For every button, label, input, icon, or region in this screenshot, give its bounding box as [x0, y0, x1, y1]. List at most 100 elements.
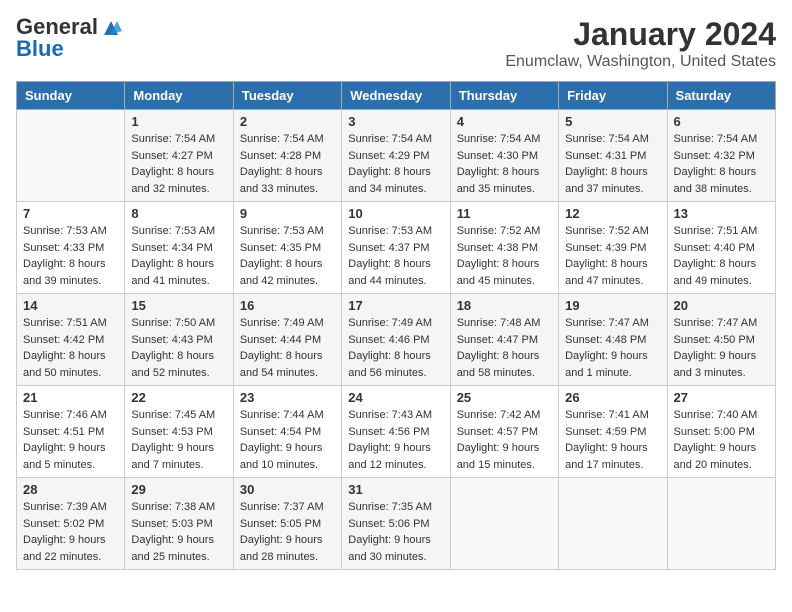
day-number: 2 — [240, 114, 335, 129]
calendar-cell — [559, 478, 667, 570]
day-info: Sunrise: 7:37 AMSunset: 5:05 PMDaylight:… — [240, 499, 335, 565]
day-number: 6 — [674, 114, 769, 129]
day-number: 16 — [240, 298, 335, 313]
day-info: Sunrise: 7:51 AMSunset: 4:42 PMDaylight:… — [23, 315, 118, 381]
calendar-header-friday: Friday — [559, 82, 667, 110]
day-info: Sunrise: 7:45 AMSunset: 4:53 PMDaylight:… — [131, 407, 226, 473]
calendar-week-row: 1 Sunrise: 7:54 AMSunset: 4:27 PMDaylight… — [17, 110, 776, 202]
calendar-header-saturday: Saturday — [667, 82, 775, 110]
calendar-header-wednesday: Wednesday — [342, 82, 450, 110]
calendar-cell: 15 Sunrise: 7:50 AMSunset: 4:43 PMDayligh… — [125, 294, 233, 386]
day-number: 26 — [565, 390, 660, 405]
calendar-header-row: SundayMondayTuesdayWednesdayThursdayFrid… — [17, 82, 776, 110]
day-info: Sunrise: 7:49 AMSunset: 4:44 PMDaylight:… — [240, 315, 335, 381]
day-number: 24 — [348, 390, 443, 405]
day-info: Sunrise: 7:54 AMSunset: 4:27 PMDaylight:… — [131, 131, 226, 197]
calendar-header-monday: Monday — [125, 82, 233, 110]
day-number: 1 — [131, 114, 226, 129]
day-number: 14 — [23, 298, 118, 313]
day-info: Sunrise: 7:53 AMSunset: 4:33 PMDaylight:… — [23, 223, 118, 289]
calendar-cell: 26Sunrise: 7:41 AMSunset: 4:59 PMDayligh… — [559, 386, 667, 478]
day-number: 8 — [131, 206, 226, 221]
calendar-cell: 18 Sunrise: 7:48 AMSunset: 4:47 PMDayligh… — [450, 294, 558, 386]
calendar-cell: 11Sunrise: 7:52 AMSunset: 4:38 PMDayligh… — [450, 202, 558, 294]
day-number: 27 — [674, 390, 769, 405]
day-info: Sunrise: 7:40 AMSunset: 5:00 PMDaylight:… — [674, 407, 769, 473]
calendar-cell: 5Sunrise: 7:54 AMSunset: 4:31 PMDaylight… — [559, 110, 667, 202]
calendar-cell — [450, 478, 558, 570]
day-number: 22 — [131, 390, 226, 405]
day-info: Sunrise: 7:53 AMSunset: 4:35 PMDaylight:… — [240, 223, 335, 289]
calendar-cell: 25 Sunrise: 7:42 AMSunset: 4:57 PMDayligh… — [450, 386, 558, 478]
day-number: 12 — [565, 206, 660, 221]
calendar-cell: 16 Sunrise: 7:49 AMSunset: 4:44 PMDayligh… — [233, 294, 341, 386]
calendar-cell: 21 Sunrise: 7:46 AMSunset: 4:51 PMDayligh… — [17, 386, 125, 478]
day-number: 5 — [565, 114, 660, 129]
logo: General Blue — [16, 16, 122, 60]
day-number: 29 — [131, 482, 226, 497]
day-info: Sunrise: 7:54 AMSunset: 4:30 PMDaylight:… — [457, 131, 552, 197]
calendar-cell: 22 Sunrise: 7:45 AMSunset: 4:53 PMDayligh… — [125, 386, 233, 478]
calendar-cell: 30 Sunrise: 7:37 AMSunset: 5:05 PMDayligh… — [233, 478, 341, 570]
day-number: 25 — [457, 390, 552, 405]
calendar-cell: 8 Sunrise: 7:53 AMSunset: 4:34 PMDaylight… — [125, 202, 233, 294]
calendar-cell: 12 Sunrise: 7:52 AMSunset: 4:39 PMDayligh… — [559, 202, 667, 294]
day-number: 30 — [240, 482, 335, 497]
day-number: 9 — [240, 206, 335, 221]
day-number: 21 — [23, 390, 118, 405]
title-block: January 2024 Enumclaw, Washington, Unite… — [505, 16, 776, 71]
day-info: Sunrise: 7:53 AMSunset: 4:34 PMDaylight:… — [131, 223, 226, 289]
logo-blue-text: Blue — [16, 38, 64, 60]
day-info: Sunrise: 7:47 AMSunset: 4:50 PMDaylight:… — [674, 315, 769, 381]
calendar-cell: 9 Sunrise: 7:53 AMSunset: 4:35 PMDaylight… — [233, 202, 341, 294]
day-info: Sunrise: 7:43 AMSunset: 4:56 PMDaylight:… — [348, 407, 443, 473]
calendar-cell: 23 Sunrise: 7:44 AMSunset: 4:54 PMDayligh… — [233, 386, 341, 478]
calendar-cell: 13 Sunrise: 7:51 AMSunset: 4:40 PMDayligh… — [667, 202, 775, 294]
calendar-cell — [667, 478, 775, 570]
calendar-cell: 1 Sunrise: 7:54 AMSunset: 4:27 PMDaylight… — [125, 110, 233, 202]
calendar-cell: 31Sunrise: 7:35 AMSunset: 5:06 PMDayligh… — [342, 478, 450, 570]
calendar-cell: 28Sunrise: 7:39 AMSunset: 5:02 PMDayligh… — [17, 478, 125, 570]
calendar-cell: 7 Sunrise: 7:53 AMSunset: 4:33 PMDaylight… — [17, 202, 125, 294]
day-number: 7 — [23, 206, 118, 221]
calendar-cell: 3Sunrise: 7:54 AMSunset: 4:29 PMDaylight… — [342, 110, 450, 202]
logo-general-text: General — [16, 16, 98, 38]
day-info: Sunrise: 7:46 AMSunset: 4:51 PMDaylight:… — [23, 407, 118, 473]
calendar-cell: 19Sunrise: 7:47 AMSunset: 4:48 PMDayligh… — [559, 294, 667, 386]
day-number: 10 — [348, 206, 443, 221]
day-info: Sunrise: 7:49 AMSunset: 4:46 PMDaylight:… — [348, 315, 443, 381]
day-info: Sunrise: 7:50 AMSunset: 4:43 PMDaylight:… — [131, 315, 226, 381]
day-info: Sunrise: 7:48 AMSunset: 4:47 PMDaylight:… — [457, 315, 552, 381]
calendar-cell: 17 Sunrise: 7:49 AMSunset: 4:46 PMDayligh… — [342, 294, 450, 386]
day-info: Sunrise: 7:35 AMSunset: 5:06 PMDaylight:… — [348, 499, 443, 565]
day-info: Sunrise: 7:38 AMSunset: 5:03 PMDaylight:… — [131, 499, 226, 565]
day-number: 4 — [457, 114, 552, 129]
calendar-cell: 14 Sunrise: 7:51 AMSunset: 4:42 PMDayligh… — [17, 294, 125, 386]
calendar-cell: 20Sunrise: 7:47 AMSunset: 4:50 PMDayligh… — [667, 294, 775, 386]
day-info: Sunrise: 7:53 AMSunset: 4:37 PMDaylight:… — [348, 223, 443, 289]
page-title: January 2024 — [505, 16, 776, 53]
day-info: Sunrise: 7:51 AMSunset: 4:40 PMDaylight:… — [674, 223, 769, 289]
calendar-header-thursday: Thursday — [450, 82, 558, 110]
day-number: 18 — [457, 298, 552, 313]
day-number: 17 — [348, 298, 443, 313]
calendar-week-row: 14 Sunrise: 7:51 AMSunset: 4:42 PMDayligh… — [17, 294, 776, 386]
calendar-week-row: 7 Sunrise: 7:53 AMSunset: 4:33 PMDaylight… — [17, 202, 776, 294]
calendar-cell: 4 Sunrise: 7:54 AMSunset: 4:30 PMDaylight… — [450, 110, 558, 202]
day-info: Sunrise: 7:42 AMSunset: 4:57 PMDaylight:… — [457, 407, 552, 473]
day-number: 13 — [674, 206, 769, 221]
day-info: Sunrise: 7:54 AMSunset: 4:32 PMDaylight:… — [674, 131, 769, 197]
day-number: 3 — [348, 114, 443, 129]
page-header: General Blue January 2024 Enumclaw, Wash… — [16, 16, 776, 71]
day-info: Sunrise: 7:52 AMSunset: 4:39 PMDaylight:… — [565, 223, 660, 289]
day-number: 23 — [240, 390, 335, 405]
calendar-cell: 2 Sunrise: 7:54 AMSunset: 4:28 PMDaylight… — [233, 110, 341, 202]
day-info: Sunrise: 7:47 AMSunset: 4:48 PMDaylight:… — [565, 315, 660, 381]
day-info: Sunrise: 7:54 AMSunset: 4:28 PMDaylight:… — [240, 131, 335, 197]
calendar-cell: 27 Sunrise: 7:40 AMSunset: 5:00 PMDayligh… — [667, 386, 775, 478]
calendar-header-sunday: Sunday — [17, 82, 125, 110]
calendar-cell: 24 Sunrise: 7:43 AMSunset: 4:56 PMDayligh… — [342, 386, 450, 478]
day-number: 15 — [131, 298, 226, 313]
calendar-cell: 10 Sunrise: 7:53 AMSunset: 4:37 PMDayligh… — [342, 202, 450, 294]
day-info: Sunrise: 7:44 AMSunset: 4:54 PMDaylight:… — [240, 407, 335, 473]
